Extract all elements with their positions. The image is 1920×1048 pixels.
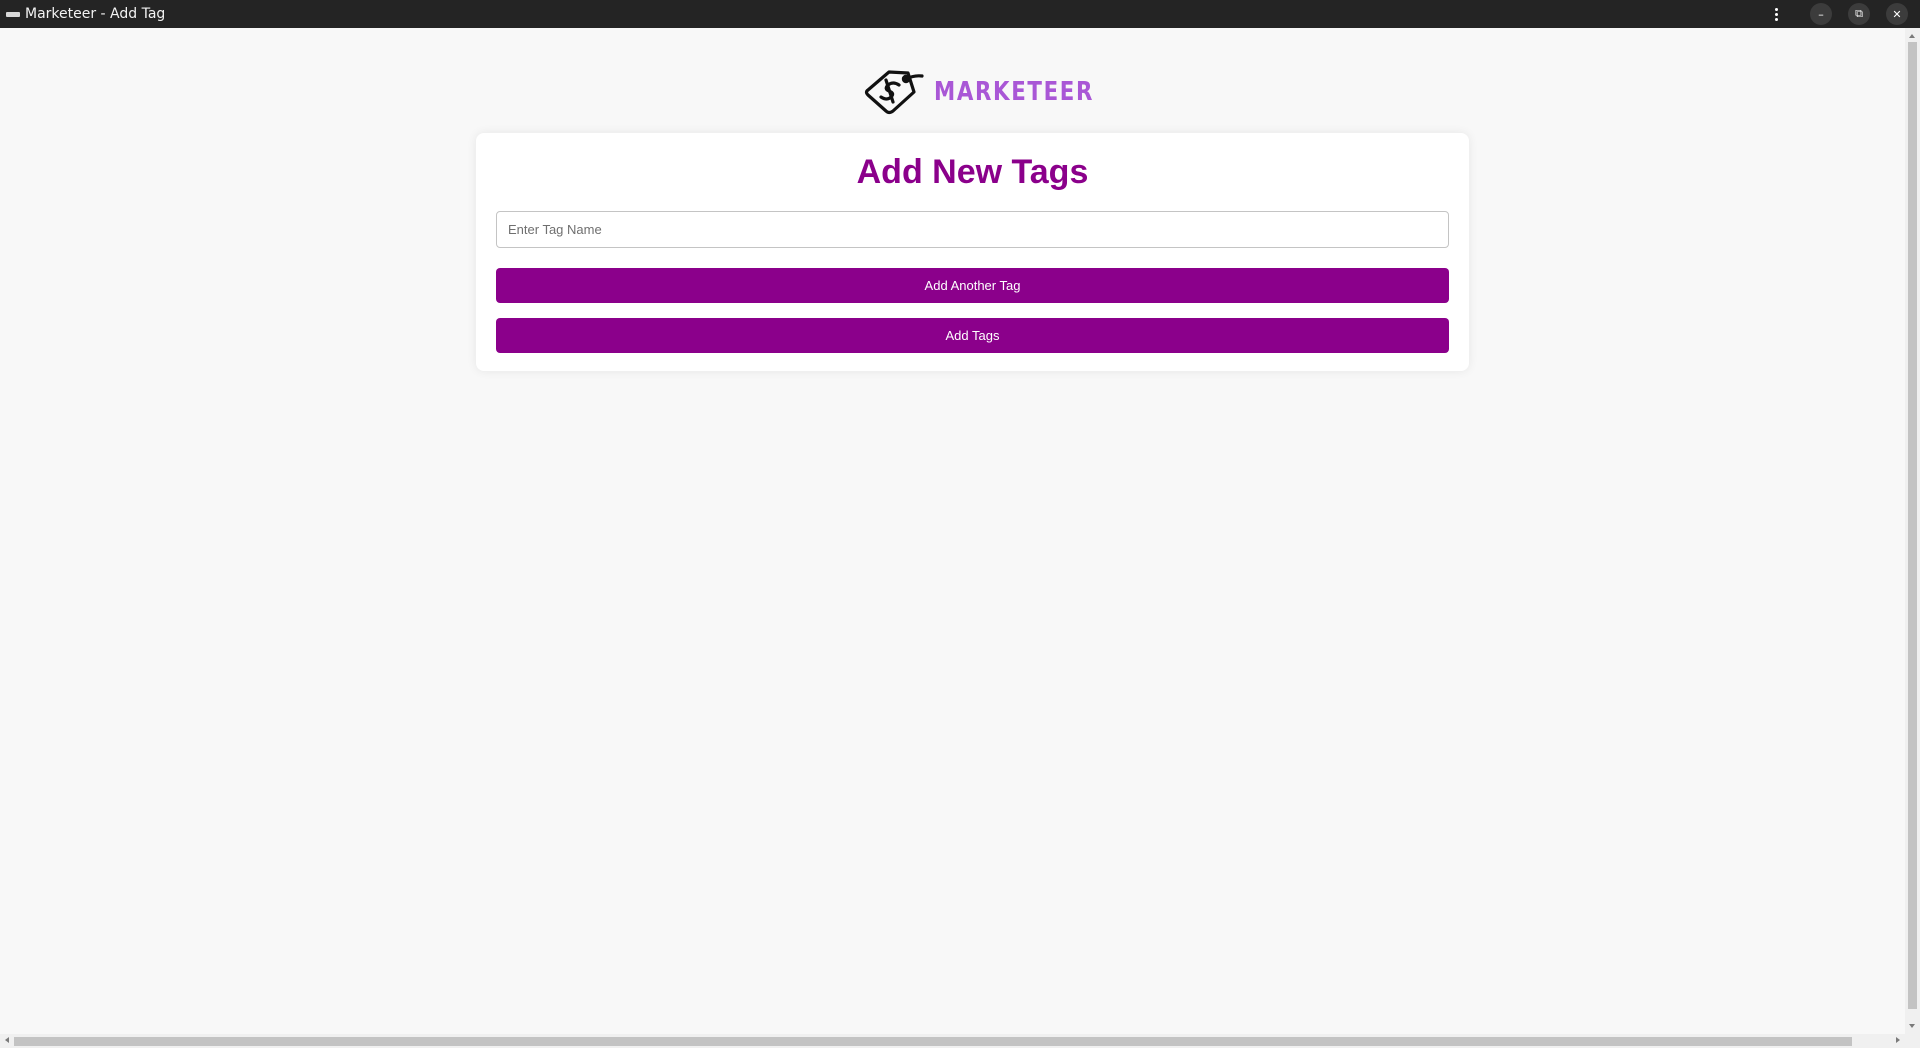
page-viewport: MARKETEER Add New Tags Add Another Tag A… [0,28,1905,1034]
kebab-menu-icon[interactable] [1766,4,1786,24]
minimize-button[interactable]: – [1810,3,1832,25]
restore-button[interactable]: ⧉ [1848,3,1870,25]
tag-name-input[interactable] [496,211,1449,248]
add-another-tag-button[interactable]: Add Another Tag [496,268,1449,303]
price-tag-dollar-icon [864,70,924,115]
scroll-right-icon[interactable] [1896,1037,1900,1043]
scrollbar-corner [1905,1034,1920,1048]
brand-logo: MARKETEER [862,64,1129,120]
close-button[interactable]: ✕ [1886,3,1908,25]
add-tags-card: Add New Tags Add Another Tag Add Tags [476,133,1469,371]
horizontal-scrollbar[interactable] [0,1034,1905,1048]
scroll-up-icon[interactable] [1909,34,1915,38]
vertical-scrollbar[interactable] [1905,28,1920,1034]
window-controls: – ⧉ ✕ [1766,0,1920,28]
add-tags-button[interactable]: Add Tags [496,318,1449,353]
vertical-scrollbar-thumb[interactable] [1908,42,1917,1009]
window-title: Marketeer - Add Tag [25,6,166,22]
horizontal-scrollbar-thumb[interactable] [14,1037,1852,1046]
brand-name: MARKETEER [934,77,1095,107]
scroll-down-icon[interactable] [1909,1024,1915,1028]
scroll-left-icon[interactable] [5,1037,9,1043]
page-title: Add New Tags [856,153,1089,191]
app-icon [6,11,20,17]
window-titlebar[interactable]: Marketeer - Add Tag – ⧉ ✕ [0,0,1920,28]
